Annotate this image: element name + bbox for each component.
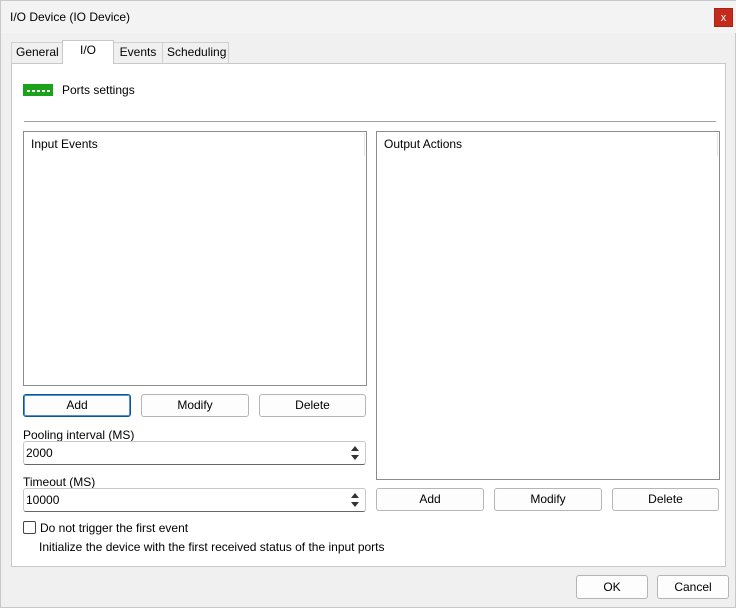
- output-actions-list[interactable]: Output Actions: [376, 131, 720, 480]
- pooling-interval-value[interactable]: 2000: [26, 446, 53, 460]
- pooling-interval-label: Pooling interval (MS): [23, 428, 135, 442]
- timeout-label: Timeout (MS): [23, 475, 96, 489]
- input-modify-button[interactable]: Modify: [141, 394, 249, 417]
- pooling-interval-input[interactable]: 2000: [23, 441, 366, 465]
- tab-general[interactable]: General: [11, 42, 63, 63]
- ports-settings-label: Ports settings: [62, 83, 135, 97]
- output-add-button[interactable]: Add: [376, 488, 484, 511]
- pooling-spin-arrows[interactable]: [350, 444, 361, 462]
- output-actions-header[interactable]: Output Actions: [378, 133, 718, 156]
- io-tab-panel: Ports settings Input Events Add Modify D…: [11, 63, 726, 567]
- timeout-value[interactable]: 10000: [26, 493, 59, 507]
- close-button[interactable]: x: [714, 8, 733, 27]
- tab-io[interactable]: I/O: [62, 40, 114, 64]
- ports-icon: [23, 84, 53, 96]
- spin-down-icon[interactable]: [351, 455, 359, 460]
- first-event-description: Initialize the device with the first rec…: [39, 540, 385, 554]
- input-delete-button[interactable]: Delete: [259, 394, 366, 417]
- cancel-button[interactable]: Cancel: [657, 575, 729, 599]
- spin-up-icon[interactable]: [351, 446, 359, 451]
- output-delete-button[interactable]: Delete: [612, 488, 719, 511]
- input-events-header[interactable]: Input Events: [25, 133, 365, 156]
- ok-button[interactable]: OK: [576, 575, 648, 599]
- first-event-label[interactable]: Do not trigger the first event: [40, 521, 188, 535]
- timeout-input[interactable]: 10000: [23, 488, 366, 512]
- tab-events[interactable]: Events: [113, 42, 163, 63]
- timeout-spin-arrows[interactable]: [350, 491, 361, 509]
- close-icon: x: [720, 12, 727, 24]
- first-event-checkbox[interactable]: [23, 521, 36, 534]
- input-add-button[interactable]: Add: [23, 394, 131, 417]
- dialog-window: I/O Device (IO Device) x General I/O Eve…: [0, 0, 736, 608]
- separator: [24, 121, 716, 122]
- spin-down-icon[interactable]: [351, 502, 359, 507]
- tab-scheduling[interactable]: Scheduling: [162, 42, 229, 63]
- title-bar[interactable]: I/O Device (IO Device) x: [1, 1, 736, 33]
- spin-up-icon[interactable]: [351, 493, 359, 498]
- output-modify-button[interactable]: Modify: [494, 488, 602, 511]
- window-title: I/O Device (IO Device): [10, 10, 131, 24]
- input-events-list[interactable]: Input Events: [23, 131, 367, 386]
